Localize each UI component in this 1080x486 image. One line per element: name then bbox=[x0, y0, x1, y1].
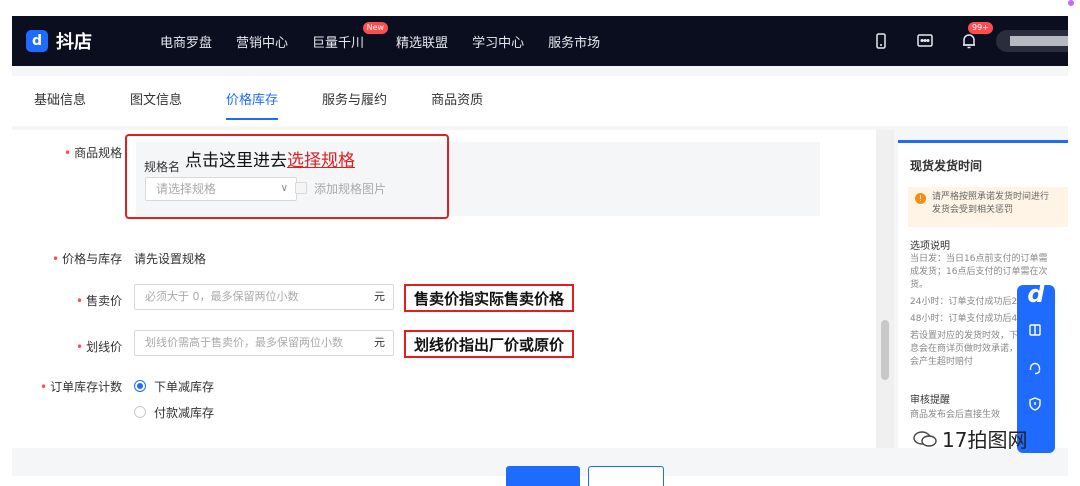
form-scrollbar[interactable] bbox=[876, 130, 894, 448]
sale-price-input[interactable]: 必须大于 0，最多保留两位小数 元 bbox=[134, 284, 394, 310]
warning-line-1: 请严格按照承诺发货时间进行 bbox=[932, 192, 1050, 202]
bell-icon[interactable]: 99+ bbox=[960, 22, 993, 50]
nav-item-qianchuan[interactable]: 巨量千川 New bbox=[312, 21, 389, 51]
spec-label: • 商品规格 bbox=[64, 146, 123, 160]
nav-item-learning[interactable]: 学习中心 bbox=[472, 32, 524, 51]
tab-basic-info[interactable]: 基础信息 bbox=[34, 76, 86, 126]
side-panel-title: 现货发货时间 bbox=[910, 159, 983, 173]
stock-option-payment-radio[interactable] bbox=[134, 406, 146, 418]
tab-media-info[interactable]: 图文信息 bbox=[130, 76, 182, 126]
submit-button[interactable] bbox=[506, 466, 580, 486]
top-right-icons: 99+ bbox=[846, 16, 1068, 66]
headset-icon[interactable] bbox=[1027, 360, 1043, 376]
scrollbar-thumb[interactable] bbox=[881, 320, 889, 380]
tab-price-stock[interactable]: 价格库存 bbox=[226, 76, 279, 126]
save-draft-button[interactable] bbox=[588, 466, 664, 486]
sale-price-label: • 售卖价 bbox=[76, 294, 123, 308]
nav-item-qianchuan-label: 巨量千川 bbox=[312, 35, 365, 51]
stock-option-payment-label: 付款减库存 bbox=[154, 406, 215, 420]
options-line: 成发货；16点后支付的订单需在次 bbox=[910, 267, 1048, 277]
new-badge: New bbox=[362, 21, 389, 34]
product-tabs: 基础信息 图文信息 价格库存 服务与履约 商品资质 bbox=[12, 76, 1068, 126]
strike-price-input[interactable]: 划线价需高于售卖价，最多保留两位小数 元 bbox=[134, 330, 394, 356]
corner-indicator bbox=[1068, 0, 1074, 6]
book-icon[interactable] bbox=[1027, 322, 1043, 338]
strike-price-placeholder: 划线价需高于售卖价，最多保留两位小数 bbox=[145, 336, 343, 349]
user-name-redacted bbox=[1010, 36, 1068, 46]
nav-item-service-market[interactable]: 服务市场 bbox=[548, 32, 600, 51]
stock-option-order-radio[interactable] bbox=[134, 380, 146, 392]
annotation-spec-tip: 点击这里进去选择规格 bbox=[185, 151, 355, 171]
wechat-icon bbox=[913, 430, 937, 447]
audit-text: 商品发布会后直接生效 bbox=[910, 410, 1001, 420]
nav-item-compass[interactable]: 电商罗盘 bbox=[160, 32, 212, 51]
tab-service-fulfillment[interactable]: 服务与履约 bbox=[322, 76, 387, 126]
price-stock-hint: 请先设置规格 bbox=[134, 252, 207, 266]
mobile-icon[interactable] bbox=[872, 32, 890, 50]
nav-item-marketing[interactable]: 营销中心 bbox=[236, 32, 288, 51]
stock-count-label: • 订单库存计数 bbox=[40, 380, 123, 394]
main-nav: 电商罗盘 营销中心 巨量千川 New 精选联盟 学习中心 服务市场 bbox=[160, 16, 624, 66]
options-title: 选项说明 bbox=[910, 241, 950, 252]
shield-icon[interactable] bbox=[1027, 396, 1043, 412]
sale-price-unit: 元 bbox=[374, 290, 385, 303]
doudian-logo-icon: d bbox=[26, 30, 48, 52]
notification-badge: 99+ bbox=[968, 22, 993, 34]
nav-item-alliance[interactable]: 精选联盟 bbox=[396, 32, 448, 51]
warning-icon: ! bbox=[915, 193, 926, 204]
annotation-strike-price: 划线价指出厂价或原价 bbox=[404, 330, 575, 358]
annotation-spec-link: 选择规格 bbox=[287, 151, 355, 171]
tab-qualification[interactable]: 商品资质 bbox=[431, 76, 483, 126]
warning-line-2: 发货会受到相关惩罚 bbox=[932, 205, 1014, 215]
stock-option-order-label: 下单减库存 bbox=[154, 380, 215, 394]
page-body: 基础信息 图文信息 价格库存 服务与履约 商品资质 • 商品规格 规格名 请选择规… bbox=[12, 66, 1068, 476]
user-account[interactable] bbox=[996, 30, 1068, 52]
message-icon[interactable] bbox=[916, 32, 934, 50]
strike-price-label: • 划线价 bbox=[76, 340, 123, 354]
audit-title: 审核提醒 bbox=[910, 395, 950, 406]
price-stock-label: • 价格与库存 bbox=[52, 252, 123, 266]
sale-price-placeholder: 必须大于 0，最多保留两位小数 bbox=[145, 290, 299, 303]
floating-logo-icon[interactable]: d bbox=[1020, 280, 1052, 316]
shipping-warning: ! 请严格按照承诺发货时间进行 发货会受到相关惩罚 bbox=[908, 187, 1068, 227]
app-logo[interactable]: d 抖店 bbox=[26, 28, 92, 54]
options-line: 当日发：当日16点前支付的订单需 bbox=[910, 254, 1048, 264]
watermark: 17拍图网 bbox=[912, 424, 1027, 453]
strike-price-unit: 元 bbox=[374, 336, 385, 349]
watermark-text: 17拍图网 bbox=[942, 428, 1028, 452]
form-content: • 商品规格 规格名 请选择规格 ∨ 添加规格图片 点击这里进去选择规格 • 价格与… bbox=[12, 130, 876, 448]
top-nav-bar: d 抖店 电商罗盘 营销中心 巨量千川 New 精选联盟 学习中心 服务市场 9… bbox=[12, 16, 1068, 66]
app-name: 抖店 bbox=[56, 32, 92, 53]
annotation-sale-price: 售卖价指实际售卖价格 bbox=[404, 284, 575, 312]
